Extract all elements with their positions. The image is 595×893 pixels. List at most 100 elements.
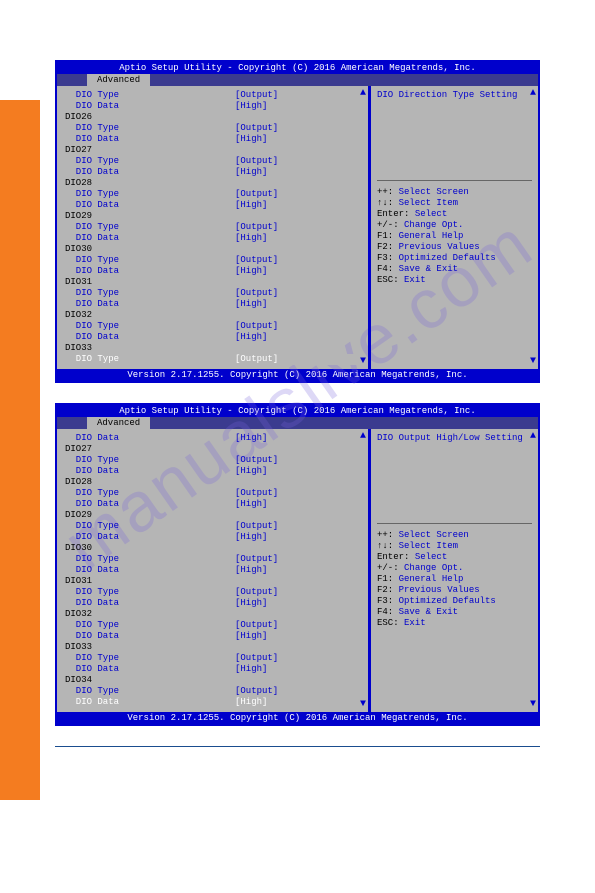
setting-row[interactable]: DIO Data[High] [65, 332, 360, 343]
setting-row[interactable]: DIO Type[Output] [65, 653, 360, 664]
setting-row[interactable]: DIO Type[Output] [65, 587, 360, 598]
help-key-line: F3: Optimized Defaults [377, 596, 532, 607]
setting-row[interactable]: DIO Type[Output] [65, 123, 360, 134]
setting-row[interactable]: DIO Data[High] [65, 233, 360, 244]
row-label: DIO28 [65, 178, 235, 189]
setting-row[interactable]: DIO Data[High] [65, 631, 360, 642]
scroll-down-icon[interactable]: ▼ [530, 699, 536, 710]
row-label: DIO Type [65, 222, 235, 233]
divider [377, 523, 532, 524]
row-label: DIO Data [65, 101, 235, 112]
divider [377, 180, 532, 181]
row-label: DIO Type [65, 587, 235, 598]
setting-row[interactable]: DIO Type[Output] [65, 620, 360, 631]
row-label: DIO Data [65, 631, 235, 642]
row-label: DIO Type [65, 189, 235, 200]
setting-row[interactable]: DIO Type[Output] [65, 686, 360, 697]
help-key-line: +/-: Change Opt. [377, 563, 532, 574]
row-value: [High] [235, 598, 360, 609]
help-key-line: ↑↓: Select Item [377, 541, 532, 552]
setting-row[interactable]: DIO Data[High] [65, 299, 360, 310]
scroll-up-icon[interactable]: ▲ [360, 431, 366, 442]
setting-row[interactable]: DIO Data[High] [65, 266, 360, 277]
help-title: DIO Output High/Low Setting [377, 433, 532, 443]
row-value: [Output] [235, 653, 360, 664]
row-value: [High] [235, 499, 360, 510]
group-header: DIO28 [65, 477, 360, 488]
row-value: [High] [235, 433, 360, 444]
setting-row[interactable]: DIO Data[High] [65, 433, 360, 444]
setting-row[interactable]: DIO Type[Output] [65, 321, 360, 332]
setting-row[interactable]: DIO Type[Output] [65, 255, 360, 266]
setting-row[interactable]: DIO Data[High] [65, 697, 360, 708]
row-value: [High] [235, 101, 360, 112]
group-header: DIO29 [65, 510, 360, 521]
group-header: DIO27 [65, 145, 360, 156]
tab-row: Advanced [57, 74, 538, 86]
setting-row[interactable]: DIO Data[High] [65, 134, 360, 145]
settings-list-1[interactable]: ▲ DIO Type[Output] DIO Data[High]DIO26 D… [57, 86, 371, 369]
row-value: [Output] [235, 156, 360, 167]
help-key-line: ++: Select Screen [377, 530, 532, 541]
setting-row[interactable]: DIO Data[High] [65, 499, 360, 510]
scroll-down-icon[interactable]: ▼ [360, 699, 366, 710]
row-value: [Output] [235, 587, 360, 598]
row-label: DIO Data [65, 332, 235, 343]
group-header: DIO29 [65, 211, 360, 222]
setting-row[interactable]: DIO Type[Output] [65, 288, 360, 299]
help-key-line: ESC: Exit [377, 275, 532, 286]
row-value: [Output] [235, 123, 360, 134]
scroll-down-icon[interactable]: ▼ [360, 356, 366, 367]
row-value: [High] [235, 200, 360, 211]
row-value: [High] [235, 631, 360, 642]
row-label: DIO Data [65, 233, 235, 244]
help-key-line: F1: General Help [377, 574, 532, 585]
help-key-line: ++: Select Screen [377, 187, 532, 198]
row-value: [High] [235, 233, 360, 244]
row-label: DIO Type [65, 455, 235, 466]
setting-row[interactable]: DIO Data[High] [65, 101, 360, 112]
scroll-up-icon[interactable]: ▲ [360, 88, 366, 99]
setting-row[interactable]: DIO Data[High] [65, 598, 360, 609]
row-label: DIO Data [65, 565, 235, 576]
row-value: [High] [235, 134, 360, 145]
setting-row[interactable]: DIO Data[High] [65, 167, 360, 178]
row-label: DIO Data [65, 134, 235, 145]
setting-row[interactable]: DIO Type[Output] [65, 488, 360, 499]
scroll-down-icon[interactable]: ▼ [530, 356, 536, 367]
row-label: DIO32 [65, 609, 235, 620]
setting-row[interactable]: DIO Type[Output] [65, 90, 360, 101]
tab-advanced[interactable]: Advanced [87, 417, 150, 429]
setting-row[interactable]: DIO Type[Output] [65, 189, 360, 200]
help-pane-1: ▲ DIO Direction Type Setting ++: Select … [371, 86, 538, 369]
setting-row[interactable]: DIO Data[High] [65, 532, 360, 543]
setting-row[interactable]: DIO Type[Output] [65, 354, 360, 365]
row-label: DIO26 [65, 112, 235, 123]
help-key-line: F2: Previous Values [377, 242, 532, 253]
setting-row[interactable]: DIO Type[Output] [65, 521, 360, 532]
setting-row[interactable]: DIO Type[Output] [65, 455, 360, 466]
setting-row[interactable]: DIO Data[High] [65, 466, 360, 477]
row-value: [High] [235, 466, 360, 477]
group-header: DIO26 [65, 112, 360, 123]
setting-row[interactable]: DIO Data[High] [65, 200, 360, 211]
setting-row[interactable]: DIO Type[Output] [65, 222, 360, 233]
setting-row[interactable]: DIO Data[High] [65, 565, 360, 576]
row-label: DIO30 [65, 543, 235, 554]
row-label: DIO Data [65, 200, 235, 211]
scroll-up-icon[interactable]: ▲ [530, 88, 536, 99]
row-value: [Output] [235, 90, 360, 101]
row-label: DIO31 [65, 576, 235, 587]
row-value: [Output] [235, 288, 360, 299]
row-label: DIO29 [65, 211, 235, 222]
row-label: DIO Type [65, 653, 235, 664]
setting-row[interactable]: DIO Type[Output] [65, 156, 360, 167]
row-label: DIO Type [65, 90, 235, 101]
settings-list-2[interactable]: ▲ DIO Data[High]DIO27 DIO Type[Output] D… [57, 429, 371, 712]
tab-advanced[interactable]: Advanced [87, 74, 150, 86]
setting-row[interactable]: DIO Type[Output] [65, 554, 360, 565]
scroll-up-icon[interactable]: ▲ [530, 431, 536, 442]
setting-row[interactable]: DIO Data[High] [65, 664, 360, 675]
row-value: [Output] [235, 620, 360, 631]
row-label: DIO Data [65, 532, 235, 543]
